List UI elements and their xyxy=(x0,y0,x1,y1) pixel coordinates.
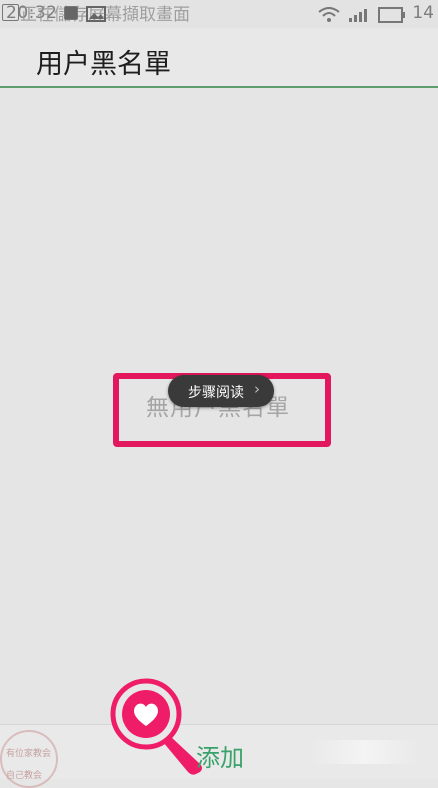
page-title: 用户黑名單 xyxy=(36,49,171,80)
image-notification-icon xyxy=(86,6,106,22)
profile-notification-icon xyxy=(64,6,78,20)
chevron-right-icon: › xyxy=(254,380,260,398)
heart-marker-icon xyxy=(110,678,202,775)
app-bar: 用户黑名單 xyxy=(0,28,438,88)
wifi-icon xyxy=(318,7,340,22)
stamp-text-line2: 自己教会 xyxy=(6,771,43,781)
status-bar: 20:32 正在儲存屏幕擷取畫面 14 xyxy=(0,0,438,28)
step-reading-label: 步骤阅读 xyxy=(188,385,244,401)
step-reading-pill[interactable]: 步骤阅读 › xyxy=(168,375,274,407)
bottom-bar-haze xyxy=(310,740,420,764)
signal-icon xyxy=(349,9,367,22)
watermark-stamp: 有位家教会 自己教会 xyxy=(0,730,58,788)
stamp-text-line1: 有位家教会 xyxy=(6,749,52,759)
battery-icon xyxy=(378,7,405,23)
screenshot-notification-icon xyxy=(2,4,19,21)
add-label[interactable]: 添加 xyxy=(196,738,244,773)
battery-percent: 14 xyxy=(412,3,434,23)
